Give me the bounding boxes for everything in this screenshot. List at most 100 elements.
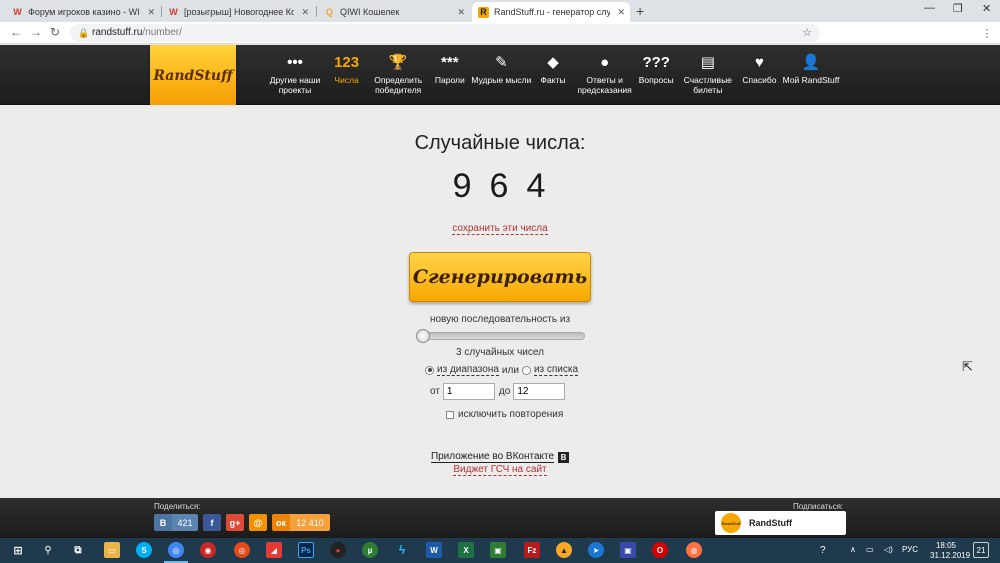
generate-button[interactable]: Сгенерировать: [409, 252, 591, 302]
skype-icon[interactable]: S: [136, 542, 152, 558]
widget-link-row: Виджет ГСЧ на сайт: [0, 464, 1000, 476]
extension-icon[interactable]: ⌂: [846, 26, 860, 40]
clock-date: 31.12.2019: [930, 551, 971, 560]
volume-icon[interactable]: ◁): [884, 545, 893, 554]
app-icon[interactable]: ▲: [556, 542, 572, 558]
new-tab-button[interactable]: +: [636, 3, 644, 19]
url-host: randstuff.ru: [92, 27, 143, 38]
word-icon[interactable]: W: [426, 542, 442, 558]
widget-link[interactable]: Виджет ГСЧ на сайт: [453, 464, 547, 476]
extension-icon[interactable]: ABP: [826, 26, 840, 40]
clock[interactable]: 18:05 31.12.2019: [930, 541, 971, 561]
tab-favicon-icon: W: [169, 7, 178, 17]
list-mode-label[interactable]: из списка: [533, 364, 579, 376]
tab-favicon-icon: Q: [325, 7, 333, 17]
bookmark-star-icon[interactable]: ☆: [802, 24, 812, 42]
utorrent-icon[interactable]: µ: [362, 542, 378, 558]
browser-tab-bar: W Форум игроков казино - WING ✕ W [розыг…: [0, 0, 1000, 22]
page-title: Случайные числа:: [414, 132, 586, 154]
randstuff-logo[interactable]: RandStuff: [150, 45, 236, 107]
close-icon[interactable]: ✕: [301, 7, 309, 18]
excel-icon[interactable]: X: [458, 542, 474, 558]
browser-tab-4[interactable]: R RandStuff.ru - генератор случай ✕: [472, 2, 630, 22]
count-slider[interactable]: [416, 329, 585, 343]
range-radio[interactable]: [425, 365, 434, 375]
nav-item-label: Мой RandStuff: [782, 75, 840, 85]
tray-up-arrow-icon[interactable]: ∧: [850, 545, 856, 554]
list-radio[interactable]: [521, 365, 531, 375]
close-icon[interactable]: ✕: [617, 7, 625, 18]
exclude-repeats-label[interactable]: исключить повторения: [458, 409, 563, 420]
help-icon[interactable]: ?: [820, 545, 826, 556]
app-icon[interactable]: ◎: [234, 542, 250, 558]
close-icon[interactable]: ✕: [457, 7, 465, 18]
random-numbers: 964: [0, 167, 1000, 206]
task-view-icon[interactable]: ⧉: [70, 542, 86, 558]
tab-favicon-icon: W: [13, 7, 22, 17]
browser-tab-1[interactable]: W Форум игроков казино - WING ✕: [6, 2, 160, 22]
extension-icon[interactable]: ⊙: [928, 26, 942, 40]
forward-arrow-icon[interactable]: →: [30, 25, 42, 39]
firefox-icon[interactable]: ◍: [686, 542, 702, 558]
slider-handle[interactable]: [416, 329, 431, 343]
vk-share-icon[interactable]: В: [154, 514, 172, 531]
extension-icon[interactable]: 4.54: [906, 26, 922, 40]
file-explorer-icon[interactable]: ▭: [104, 542, 120, 558]
nav-item-11[interactable]: 👤 Мой RandStuff: [778, 51, 844, 85]
opera-icon[interactable]: O: [652, 542, 668, 558]
network-icon[interactable]: ▭: [866, 545, 874, 554]
save-numbers-link[interactable]: сохранить эти числа: [452, 223, 548, 235]
record-icon[interactable]: ●: [330, 542, 346, 558]
telegram-icon[interactable]: ➤: [588, 542, 604, 558]
google-plus-share-icon[interactable]: g+: [226, 514, 244, 531]
facebook-share-icon[interactable]: f: [203, 514, 221, 531]
back-arrow-icon[interactable]: ←: [10, 25, 22, 39]
to-label: до: [498, 386, 511, 397]
range-mode-label[interactable]: из диапазона: [437, 364, 499, 376]
input-language[interactable]: РУС: [902, 545, 918, 554]
subscribe-widget[interactable]: RandStuff RandStuff: [715, 511, 846, 535]
save-app-icon[interactable]: ▣: [620, 542, 636, 558]
browser-tab-3[interactable]: Q QIWI Кошелек ✕: [318, 2, 470, 22]
mode-selector: из диапазона или из списка: [425, 364, 579, 376]
save-numbers-link-row: сохранить эти числа: [0, 223, 1000, 235]
profile-avatar[interactable]: ●: [958, 26, 972, 40]
close-window-button[interactable]: ✕: [982, 2, 991, 15]
browser-tab-2[interactable]: W [розыгрыш] Новогоднее Колес ✕: [162, 2, 314, 22]
exclude-repeats-checkbox[interactable]: [446, 410, 454, 419]
reload-icon[interactable]: ↻: [50, 25, 60, 39]
app-icon[interactable]: ◢: [266, 542, 282, 558]
vk-app-row: Приложение во ВКонтакте В: [0, 451, 1000, 463]
windows-taskbar: ⊞ ⚲ ⧉ ▭ S ◎ ◉ ◎ ◢ Ps ● µ ϟ W X ▣ Fz ▲ ➤ …: [0, 538, 1000, 563]
tab-title: [розыгрыш] Новогоднее Колес: [184, 7, 294, 17]
from-input[interactable]: [442, 383, 495, 400]
menu-kebab-icon[interactable]: ⋮: [980, 26, 994, 40]
extension-icon[interactable]: ▲: [886, 26, 900, 40]
windows-start-icon[interactable]: ⊞: [10, 542, 26, 558]
mouse-cursor-icon: ⇱: [962, 359, 973, 374]
filezilla-icon[interactable]: Fz: [524, 542, 540, 558]
mail-share-icon[interactable]: @: [249, 514, 267, 531]
from-label: от: [430, 386, 440, 397]
chrome-icon[interactable]: ◎: [168, 542, 184, 558]
count-label: 3 случайных чисел: [456, 347, 544, 358]
app-icon[interactable]: ▣: [490, 542, 506, 558]
ok-share-icon[interactable]: ок: [272, 514, 290, 531]
lock-icon: 🔒: [78, 28, 90, 38]
minimize-button[interactable]: —: [924, 2, 935, 14]
to-input[interactable]: [513, 383, 566, 400]
app-icon[interactable]: ◉: [200, 542, 216, 558]
tab-favicon-icon: R: [478, 6, 489, 18]
app-icon[interactable]: ϟ: [394, 542, 410, 558]
notifications-icon[interactable]: 21: [973, 542, 989, 558]
photoshop-icon[interactable]: Ps: [298, 542, 314, 558]
close-icon[interactable]: ✕: [147, 7, 155, 18]
clock-time: 18:05: [935, 541, 957, 550]
vk-app-link[interactable]: Приложение во ВКонтакте: [430, 451, 555, 463]
tab-title: QIWI Кошелек: [340, 7, 400, 17]
restore-button[interactable]: ❐: [953, 2, 963, 15]
url-input[interactable]: 🔒 randstuff.ru/number/ ☆: [70, 24, 820, 42]
extension-icon[interactable]: ◎: [866, 26, 880, 40]
random-number: 4: [526, 167, 548, 205]
search-icon[interactable]: ⚲: [40, 542, 56, 558]
